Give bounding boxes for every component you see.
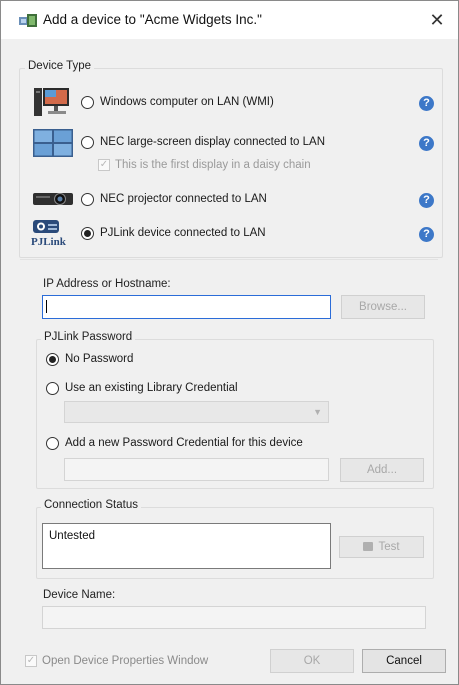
projector-icon	[33, 190, 73, 208]
help-icon[interactable]: ?	[419, 136, 434, 151]
option-label-windows-computer: Windows computer on LAN (WMI)	[100, 96, 274, 108]
connection-status-legend: Connection Status	[41, 499, 141, 511]
device-name-input[interactable]	[42, 606, 426, 629]
chevron-down-icon: ▼	[313, 407, 322, 417]
connection-status-text: Untested	[49, 530, 96, 542]
device-name-label: Device Name:	[43, 589, 116, 601]
radio-new-credential[interactable]	[46, 437, 59, 450]
no-password-label: No Password	[65, 353, 134, 365]
title-bar: Add a device to "Acme Widgets Inc." ✕	[1, 1, 458, 39]
windows-computer-icon	[30, 86, 74, 118]
pjlink-password-legend: PJLink Password	[41, 331, 136, 343]
app-icon	[19, 13, 37, 29]
daisy-chain-label: This is the first display in a daisy cha…	[115, 159, 311, 171]
option-label-pjlink: PJLink device connected to LAN	[100, 227, 266, 239]
radio-windows-computer[interactable]	[81, 96, 94, 109]
section-divider	[20, 259, 438, 260]
open-properties-checkbox[interactable]: ✓	[25, 655, 37, 667]
daisy-chain-checkbox[interactable]: ✓	[98, 159, 110, 171]
browse-button[interactable]: Browse...	[341, 295, 425, 319]
test-button[interactable]: Test	[339, 536, 424, 558]
text-caret	[46, 300, 47, 313]
new-credential-label: Add a new Password Credential for this d…	[65, 437, 303, 449]
help-icon[interactable]: ?	[419, 227, 434, 242]
pjlink-logo-text: PJLink	[31, 236, 66, 248]
library-credential-select[interactable]: ▼	[64, 401, 329, 423]
existing-credential-label: Use an existing Library Credential	[65, 382, 238, 394]
cancel-button[interactable]: Cancel	[362, 649, 446, 673]
pjlink-icon: PJLink	[31, 219, 73, 249]
radio-nec-projector[interactable]	[81, 193, 94, 206]
large-screen-display-icon	[33, 129, 73, 157]
help-icon[interactable]: ?	[419, 193, 434, 208]
add-credential-button[interactable]: Add...	[340, 458, 424, 482]
radio-no-password[interactable]	[46, 353, 59, 366]
ok-button[interactable]: OK	[270, 649, 354, 673]
new-password-input[interactable]	[64, 458, 329, 481]
ip-address-input[interactable]	[42, 295, 331, 319]
radio-existing-credential[interactable]	[46, 382, 59, 395]
device-type-legend: Device Type	[25, 60, 95, 72]
window-title: Add a device to "Acme Widgets Inc."	[43, 12, 262, 27]
help-icon[interactable]: ?	[419, 96, 434, 111]
radio-nec-display[interactable]	[81, 136, 94, 149]
add-device-dialog: Add a device to "Acme Widgets Inc." ✕ De…	[0, 0, 459, 685]
ip-address-label: IP Address or Hostname:	[43, 278, 171, 290]
open-properties-label: Open Device Properties Window	[42, 655, 209, 667]
test-button-label: Test	[378, 541, 400, 553]
test-icon	[363, 542, 374, 551]
close-button[interactable]: ✕	[424, 7, 450, 33]
connection-status-box: Untested	[42, 523, 331, 569]
option-label-nec-display: NEC large-screen display connected to LA…	[100, 136, 326, 148]
option-label-nec-projector: NEC projector connected to LAN	[100, 193, 267, 205]
radio-pjlink[interactable]	[81, 227, 94, 240]
